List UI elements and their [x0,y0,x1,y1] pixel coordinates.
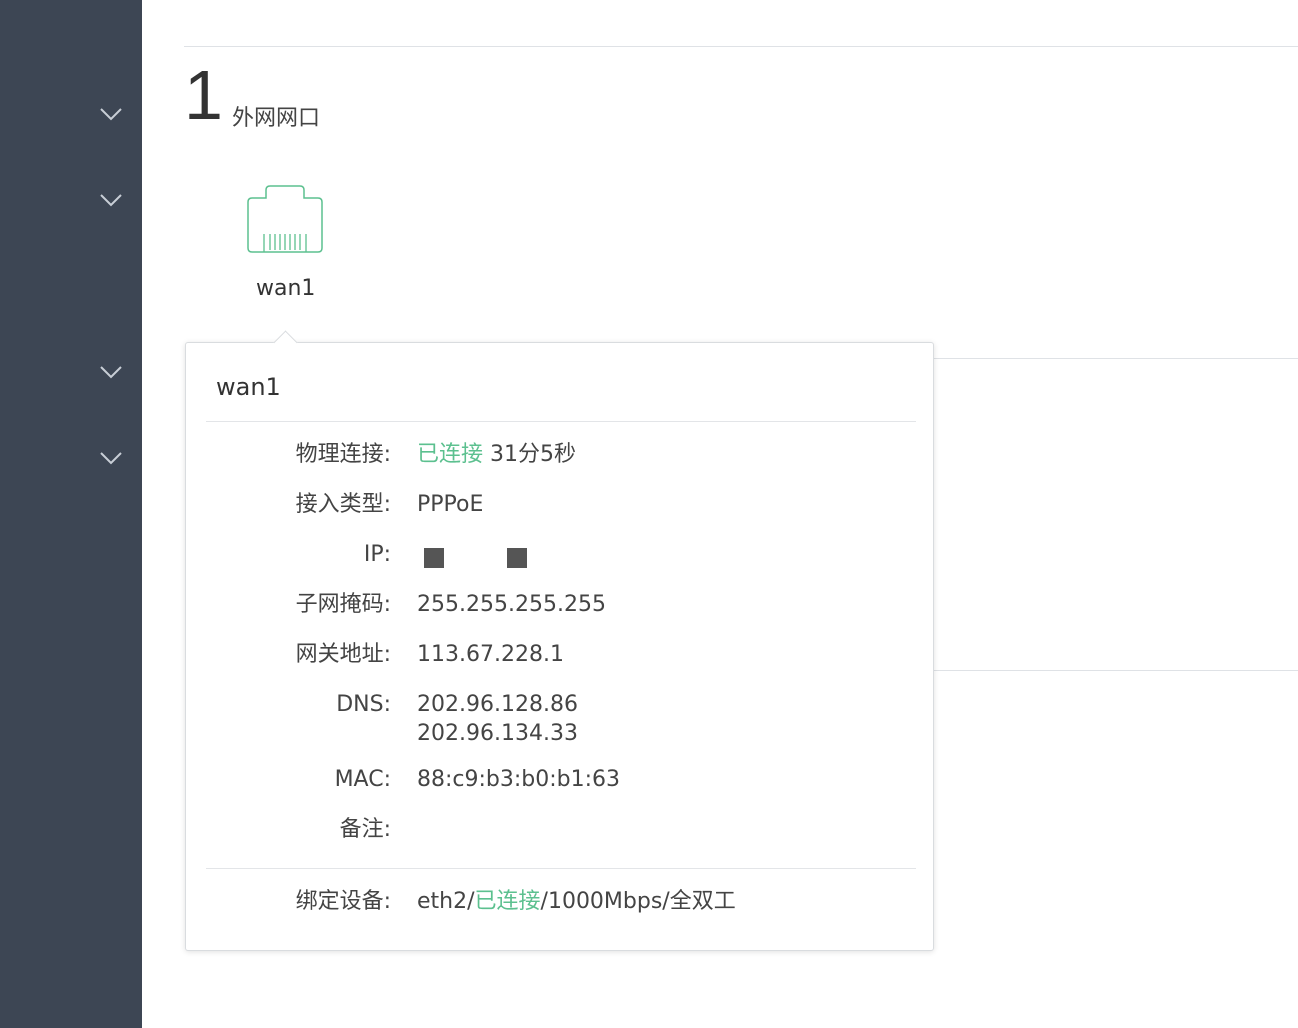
label: IP: [363,542,391,567]
chevron-down-icon[interactable] [99,451,123,465]
port-detail-popover: wan1 物理连接: 已连接 31分5秒 接入类型: PPPoE IP: 子网掩… [185,330,934,951]
section-number: 1 [184,56,223,134]
duration: 31分5秒 [490,442,577,467]
divider [206,421,916,422]
label: 接入类型: [295,492,391,517]
dns-secondary: 202.96.134.33 [417,721,578,746]
divider [933,358,1298,359]
section-title: 外网网口 [232,106,321,131]
status-connected: 已连接 [417,442,484,467]
divider [933,670,1298,671]
label: 物理连接: [295,442,391,467]
redaction-block [424,548,444,568]
label: MAC: [334,767,391,792]
chevron-down-icon[interactable] [99,193,123,207]
value: 已连接 31分5秒 [417,440,576,469]
divider [184,46,1298,47]
chevron-down-icon[interactable] [99,107,123,121]
ethernet-port-icon [244,184,326,260]
dns-primary: 202.96.128.86 [417,692,578,717]
label: 子网掩码: [295,592,391,617]
port-label[interactable]: wan1 [256,276,315,301]
popover-title: wan1 [216,373,281,401]
link-speed: /1000Mbps/全双工 [540,889,736,914]
device-name: eth2/ [417,889,475,914]
chevron-down-icon[interactable] [99,365,123,379]
label: DNS: [336,692,391,717]
redaction-block [507,548,527,568]
divider [206,868,916,869]
value: 255.255.255.255 [417,592,606,617]
value: PPPoE [417,492,484,517]
popover-arrow [273,330,298,355]
value: 88:c9:b3:b0:b1:63 [417,767,621,792]
status-connected: 已连接 [474,889,541,914]
ip-value-masked [424,540,527,569]
value: eth2/已连接/1000Mbps/全双工 [417,887,736,916]
label: 网关地址: [295,642,391,667]
value: 113.67.228.1 [417,642,564,667]
value: 202.96.128.86 202.96.134.33 [417,690,578,748]
label: 绑定设备: [295,889,391,914]
sidebar [0,0,142,1028]
label: 备注: [339,817,391,842]
